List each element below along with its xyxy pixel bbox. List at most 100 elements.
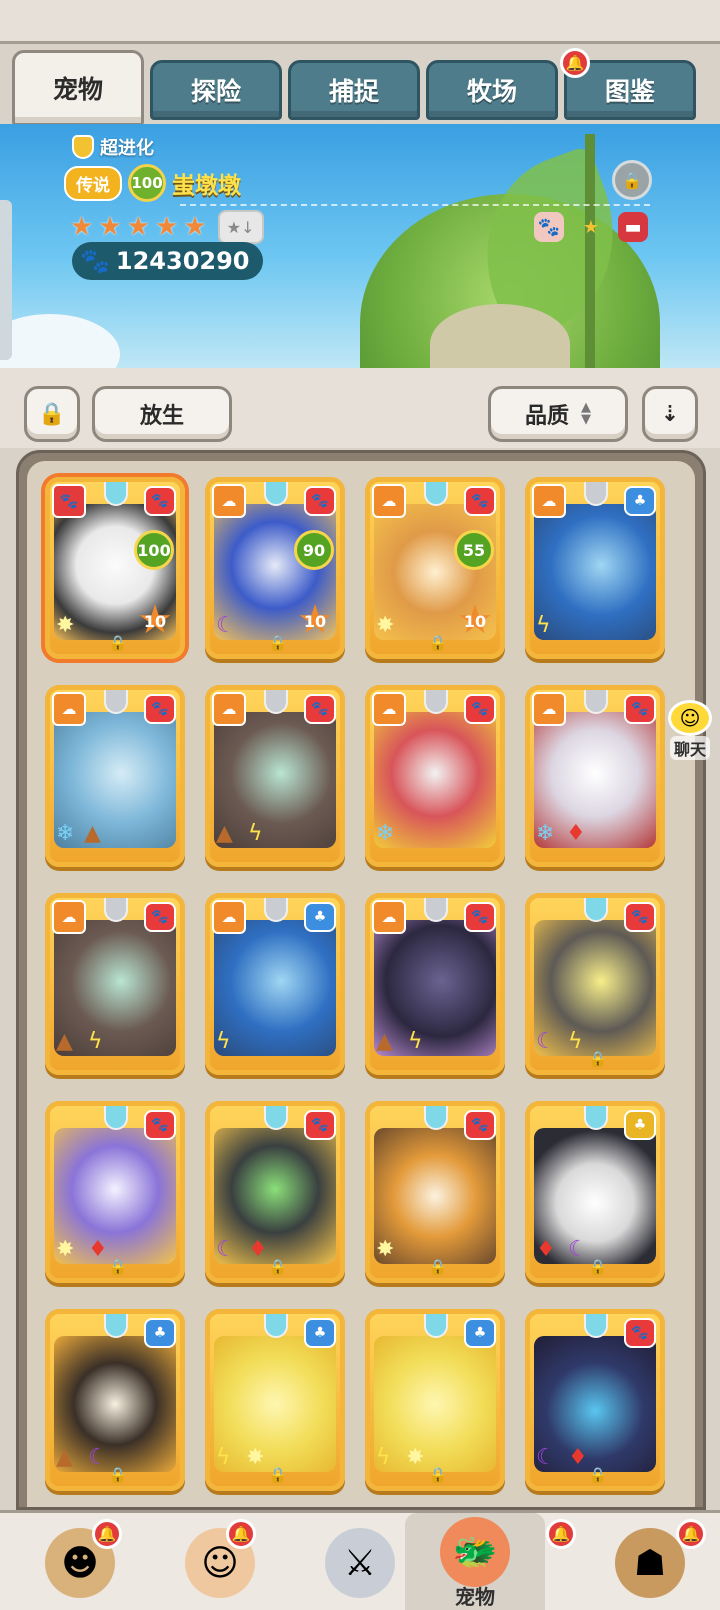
tab-ranch[interactable]: 牧场	[426, 60, 558, 120]
sort-dropdown[interactable]: 品质 ▲ ▼	[488, 386, 628, 442]
gem-icon	[584, 1106, 608, 1130]
tab-capture[interactable]: 捕捉	[288, 60, 420, 120]
pet-grid-panel: 🐾 🐾 100 ★ 10 ✸ 🔒 ☁ 🐾 90 ★ 10 ☾ 🔒 ☁ 🐾 55 ★ 1…	[16, 450, 706, 1510]
pet-card[interactable]: ☁ 🐾 55 ★ 10 ✸ 🔒	[365, 477, 505, 659]
side-handle[interactable]	[0, 200, 12, 360]
earth-element-icon: ▲	[84, 821, 101, 846]
chef-tag-icon: ☁	[212, 692, 246, 726]
fire-element-icon: ♦	[566, 821, 586, 846]
pet-card[interactable]: 🐾 ✸ 🔒	[365, 1101, 505, 1283]
pet-card[interactable]: ☁ 🐾 ▲ ϟ	[45, 893, 185, 1075]
leaf-badge-icon: ♣	[624, 1110, 656, 1140]
toolbar: 🔒 放生 品质 ▲ ▼ ⇣	[0, 368, 720, 448]
sort-order-button[interactable]: ⇣	[642, 386, 698, 442]
swirl-badge-icon: ♣	[304, 1318, 336, 1348]
gem-icon	[104, 1314, 128, 1338]
lock-button[interactable]: 🔒	[24, 386, 80, 442]
star-icon: ★	[154, 212, 179, 242]
pet-card[interactable]: ☁ ♣ ϟ	[205, 893, 345, 1075]
pet-card[interactable]: 🐾 ☾ ϟ 🔒	[525, 893, 665, 1075]
chef-tag-icon: ☁	[212, 900, 246, 934]
pet-lock-button[interactable]: 🔒	[612, 160, 652, 200]
tab-pets[interactable]: 宠物	[12, 50, 144, 126]
fire-element-icon: ♦	[568, 1445, 588, 1470]
pet-card[interactable]: ☁ ♣ ϟ	[525, 477, 665, 659]
nav-bell-icon: 🔔	[546, 1519, 576, 1549]
pet-name: 蚩墩墩	[172, 173, 241, 199]
pet-card[interactable]: ☁ 🐾 ▲ ϟ	[205, 685, 345, 867]
gem-icon	[424, 482, 448, 506]
lock-icon: 🔒	[588, 1258, 608, 1276]
light-element-icon: ✸	[376, 613, 395, 638]
lock-icon: 🔒	[588, 1466, 608, 1484]
lock-icon: 🔒	[108, 634, 128, 652]
nav-caveman[interactable]: ☻	[10, 1513, 150, 1610]
lock-icon: 🔒	[268, 1258, 288, 1276]
pet-card[interactable]: ♣ ϟ ✸ 🔒	[205, 1309, 345, 1491]
earth-element-icon: ▲	[56, 1445, 73, 1470]
gem-icon	[584, 1314, 608, 1338]
pet-card[interactable]: 🐾 ☾ ♦ 🔒	[525, 1309, 665, 1491]
pet-card[interactable]: ♣ ϟ ✸ 🔒	[365, 1309, 505, 1491]
nav-hero[interactable]: ☺	[150, 1513, 290, 1610]
nav-bell-icon: 🔔	[676, 1519, 706, 1549]
pet-card[interactable]: 🐾 ✸ ♦ 🔒	[45, 1101, 185, 1283]
gem-icon	[424, 690, 448, 714]
evolution-tag: 超进化	[72, 134, 154, 160]
gem-icon	[424, 898, 448, 922]
totem-icon: ☗	[615, 1528, 685, 1598]
earth-element-icon: ▲	[376, 1029, 393, 1054]
pet-card[interactable]: ♣ ♦ ☾ 🔒	[525, 1101, 665, 1283]
star-icon: ★	[70, 212, 94, 242]
paw-badge-icon: 🐾	[464, 694, 496, 724]
lock-icon: 🔒	[428, 1466, 448, 1484]
yellow-fluff-2-art	[374, 1336, 496, 1472]
paw-icon: 🐾	[80, 247, 110, 275]
pet-card[interactable]: ☁ 🐾 ❄ ▲	[45, 685, 185, 867]
lock-icon: 🔒	[108, 1466, 128, 1484]
lock-icon: 🔒	[588, 1050, 608, 1068]
blue-dragon-2-art	[214, 920, 336, 1056]
pet-card[interactable]: ☁ 🐾 ❄ ♦	[525, 685, 665, 867]
pet-card[interactable]: ☁ 🐾 ▲ ϟ	[365, 893, 505, 1075]
paw-badge-icon: 🐾	[624, 1318, 656, 1348]
pet-card[interactable]: 🐾 🐾 100 ★ 10 ✸ 🔒	[45, 477, 185, 659]
pet-card[interactable]: ☁ 🐾 ❄	[365, 685, 505, 867]
chef-tag-icon: ☁	[532, 692, 566, 726]
pet-card[interactable]: 🐾 ☾ ♦ 🔒	[205, 1101, 345, 1283]
fire-element-icon: ♦	[88, 1237, 108, 1262]
top-strip	[0, 0, 720, 44]
pet-card[interactable]: ☁ 🐾 90 ★ 10 ☾ 🔒	[205, 477, 345, 659]
chef-tag-icon: ☁	[52, 900, 86, 934]
nav-pets[interactable]: 🐲 宠物	[405, 1513, 545, 1610]
gem-icon	[584, 898, 608, 922]
paw-tag-icon: 🐾	[52, 484, 86, 518]
gem-icon	[424, 1106, 448, 1130]
release-button[interactable]: 放生	[92, 386, 232, 442]
pet-icon: 🐲	[440, 1516, 510, 1587]
yellow-fluff-art	[214, 1336, 336, 1472]
sword-icon: ⚔	[325, 1528, 395, 1598]
pet-level: 55	[454, 530, 494, 570]
tab-explore[interactable]: 探险	[150, 60, 282, 120]
pet-card[interactable]: ♣ ▲ ☾ 🔒	[45, 1309, 185, 1491]
lock-icon: 🔒	[268, 634, 288, 652]
chef-tag-icon: ☁	[212, 484, 246, 518]
paw-badge-icon: 🐾	[144, 486, 176, 516]
chat-button[interactable]: ☺ 聊天	[660, 700, 720, 760]
thunder-element-icon: ϟ	[248, 821, 263, 846]
pet-level-badge: 100	[128, 164, 166, 202]
paw-badge-icon: 🐾	[624, 694, 656, 724]
nav-bell-icon: 🔔	[92, 1519, 122, 1549]
star-rating: ★ ★ ★ ★ ★ ★↓	[70, 210, 264, 244]
star-up-button[interactable]: ★↓	[217, 210, 264, 244]
pet-grid: 🐾 🐾 100 ★ 10 ✸ 🔒 ☁ 🐾 90 ★ 10 ☾ 🔒 ☁ 🐾 55 ★ 1…	[27, 461, 695, 1507]
bottom-nav: ☻ 🔔 ☺ 🔔 ⚔ 🐲 宠物 🔔 ☗ 🔔	[0, 1510, 720, 1610]
paw-badge-icon: 🐾	[144, 1110, 176, 1140]
chat-label: 聊天	[669, 736, 710, 760]
thunder-element-icon: ϟ	[376, 1445, 391, 1470]
star-count-icon: ★ 10	[457, 597, 493, 643]
moon-element-icon: ☾	[88, 1445, 108, 1470]
cloud-bg	[0, 314, 120, 368]
star-icon: ★	[126, 212, 150, 242]
